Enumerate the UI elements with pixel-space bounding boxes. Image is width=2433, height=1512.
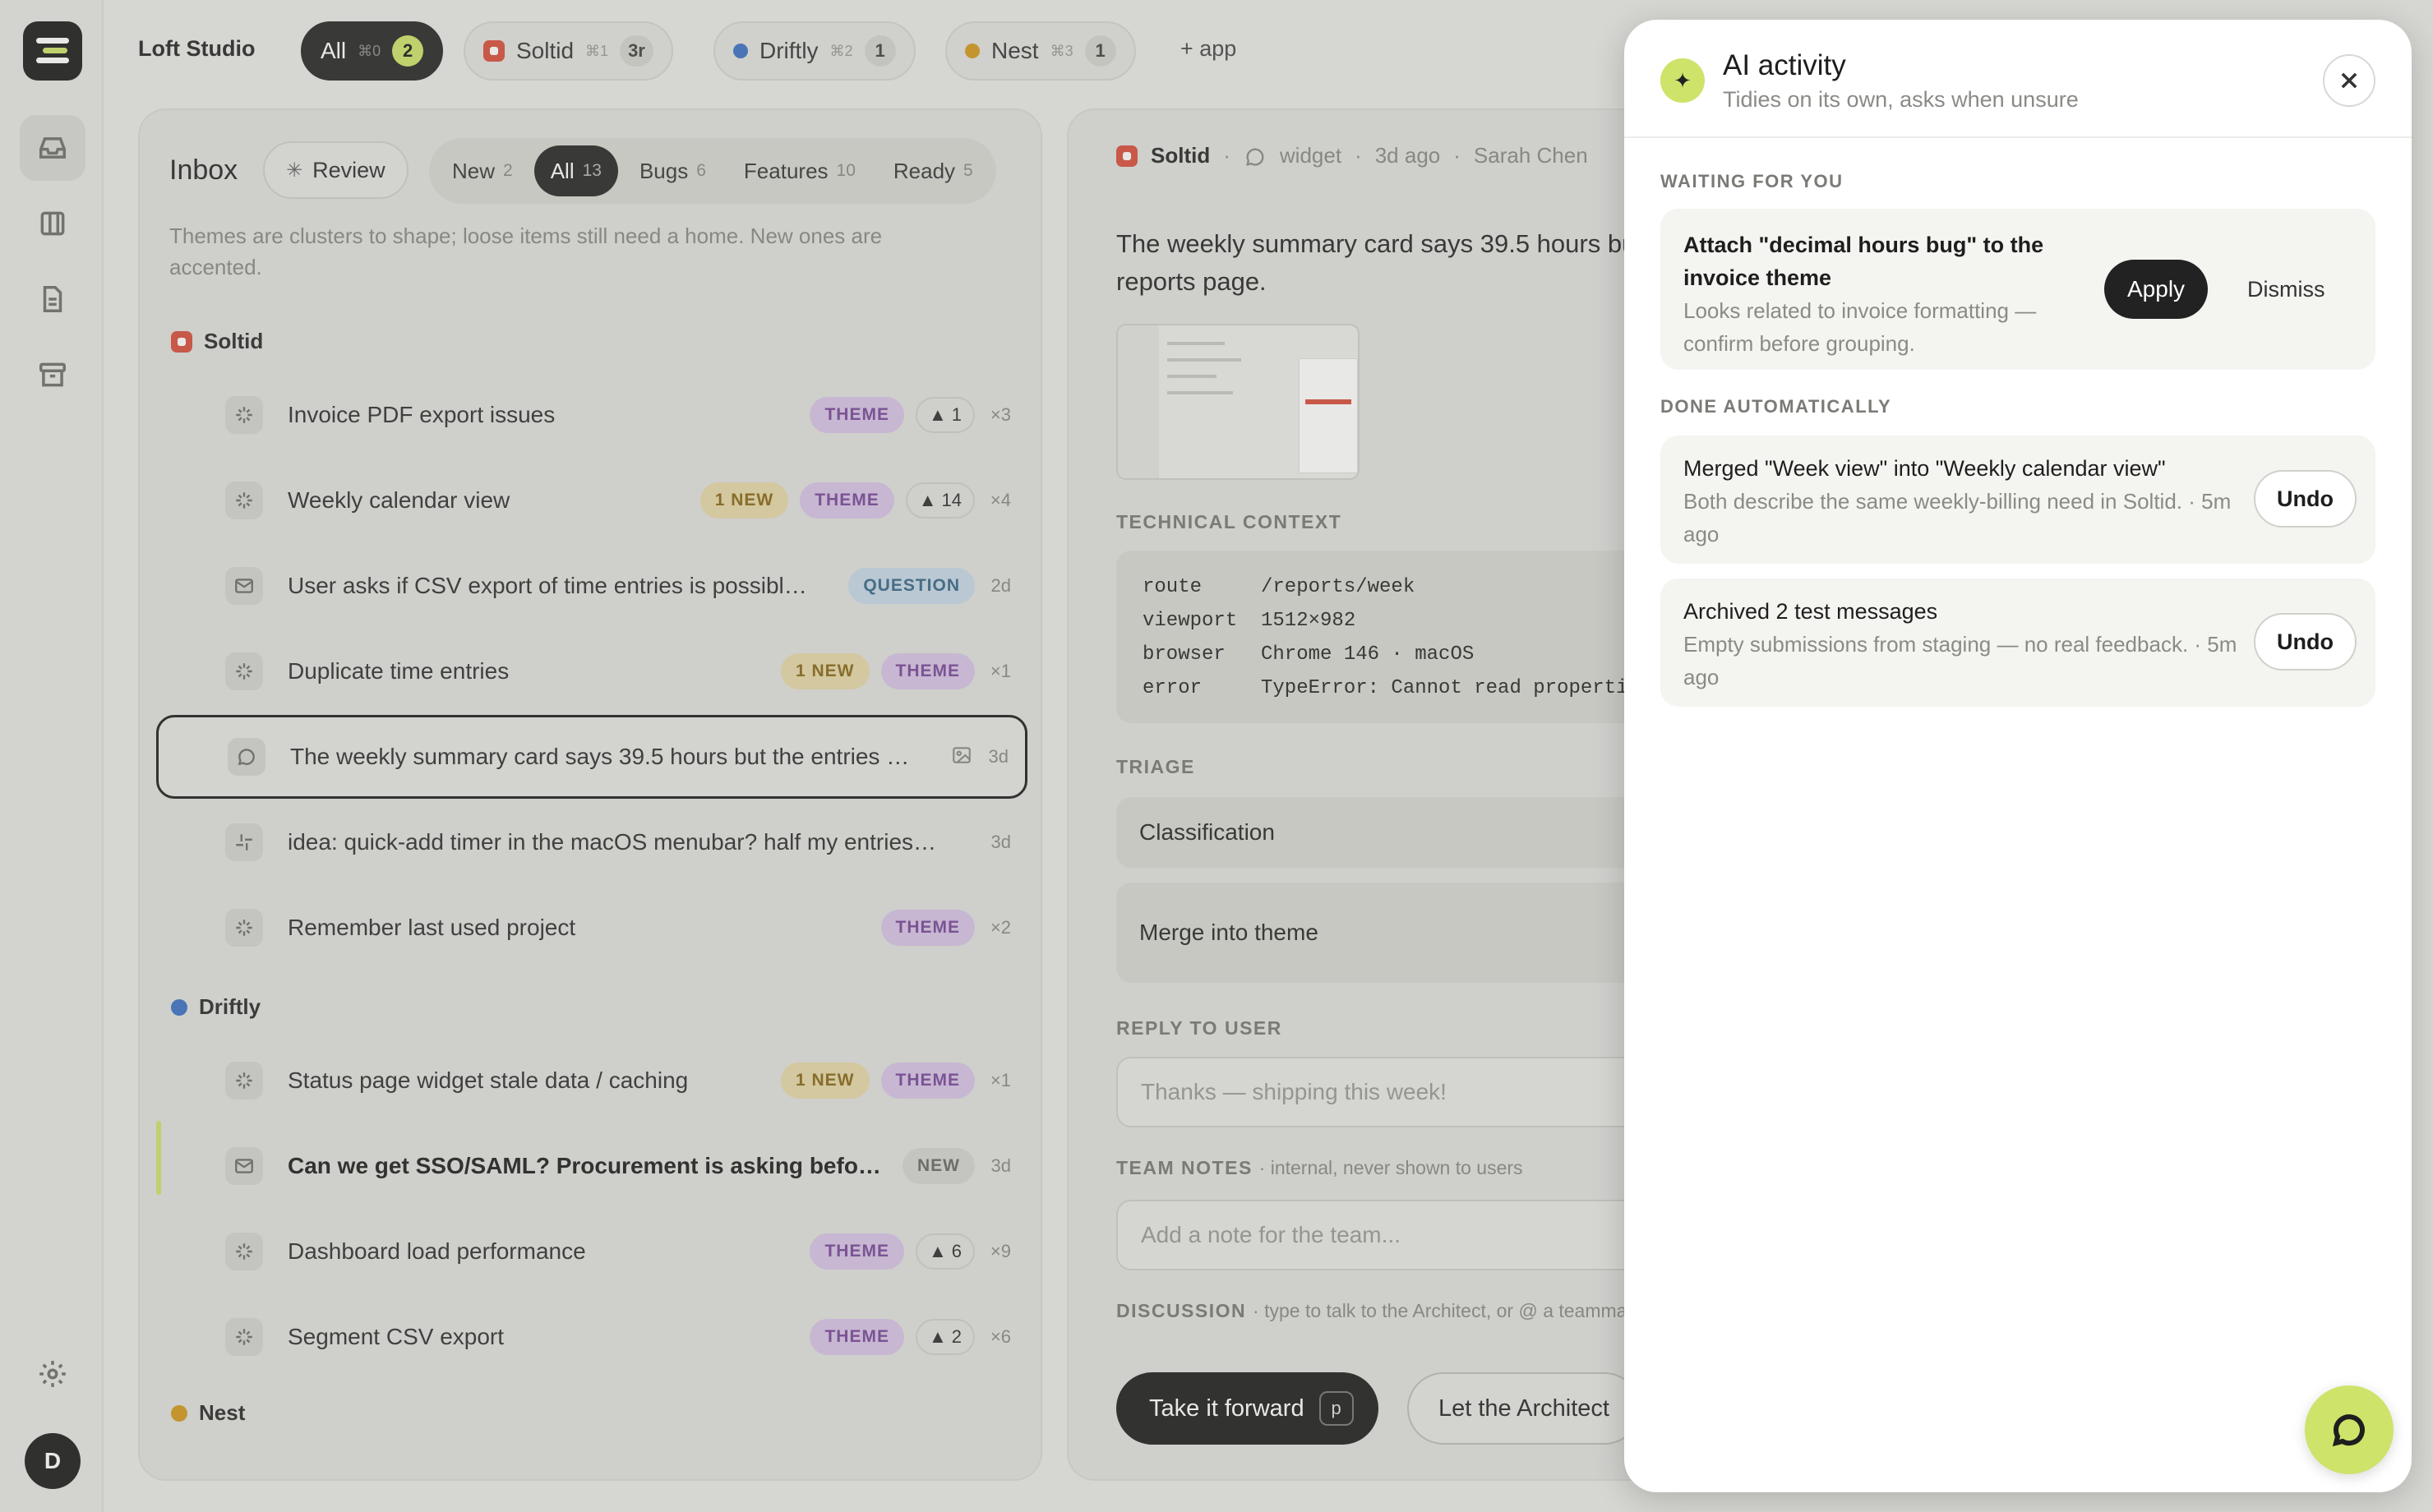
chat-fab-button[interactable] xyxy=(2305,1385,2394,1474)
dismiss-button[interactable]: Dismiss xyxy=(2232,260,2340,319)
drawer-subtitle: Tidies on its own, asks when unsure xyxy=(1723,87,2079,112)
suggestion-title: Attach "decimal hours bug" to the invoic… xyxy=(1683,233,2044,290)
close-icon xyxy=(2341,72,2357,89)
pending-suggestion-card: Attach "decimal hours bug" to the invoic… xyxy=(1660,209,2375,370)
done-item-title: Archived 2 test messages xyxy=(1683,599,1938,624)
undo-button[interactable]: Undo xyxy=(2254,613,2357,671)
done-item-title: Merged "Week view" into "Weekly calendar… xyxy=(1683,456,2166,481)
done-item-card: Merged "Week view" into "Weekly calendar… xyxy=(1660,436,2375,564)
undo-button[interactable]: Undo xyxy=(2254,470,2357,528)
drawer-header: ✦ AI activity Tidies on its own, asks wh… xyxy=(1624,20,2412,138)
done-section-label: DONE AUTOMATICALLY xyxy=(1660,396,1892,417)
waiting-section-label: WAITING FOR YOU xyxy=(1660,171,1844,191)
drawer-title: AI activity xyxy=(1723,49,1846,81)
done-item-card: Archived 2 test messages Empty submissio… xyxy=(1660,579,2375,707)
suggestion-desc: Looks related to invoice formatting — co… xyxy=(1683,298,2037,356)
done-item-desc: Empty submissions from staging — no real… xyxy=(1683,632,2237,689)
sparkle-icon: ✦ xyxy=(1660,58,1705,103)
apply-button[interactable]: Apply xyxy=(2104,260,2209,319)
close-button[interactable] xyxy=(2323,54,2375,107)
done-item-desc: Both describe the same weekly-billing ne… xyxy=(1683,489,2232,546)
ai-activity-drawer: ✦ AI activity Tidies on its own, asks wh… xyxy=(1624,20,2412,1492)
chat-bubble-icon xyxy=(2332,1414,2365,1447)
